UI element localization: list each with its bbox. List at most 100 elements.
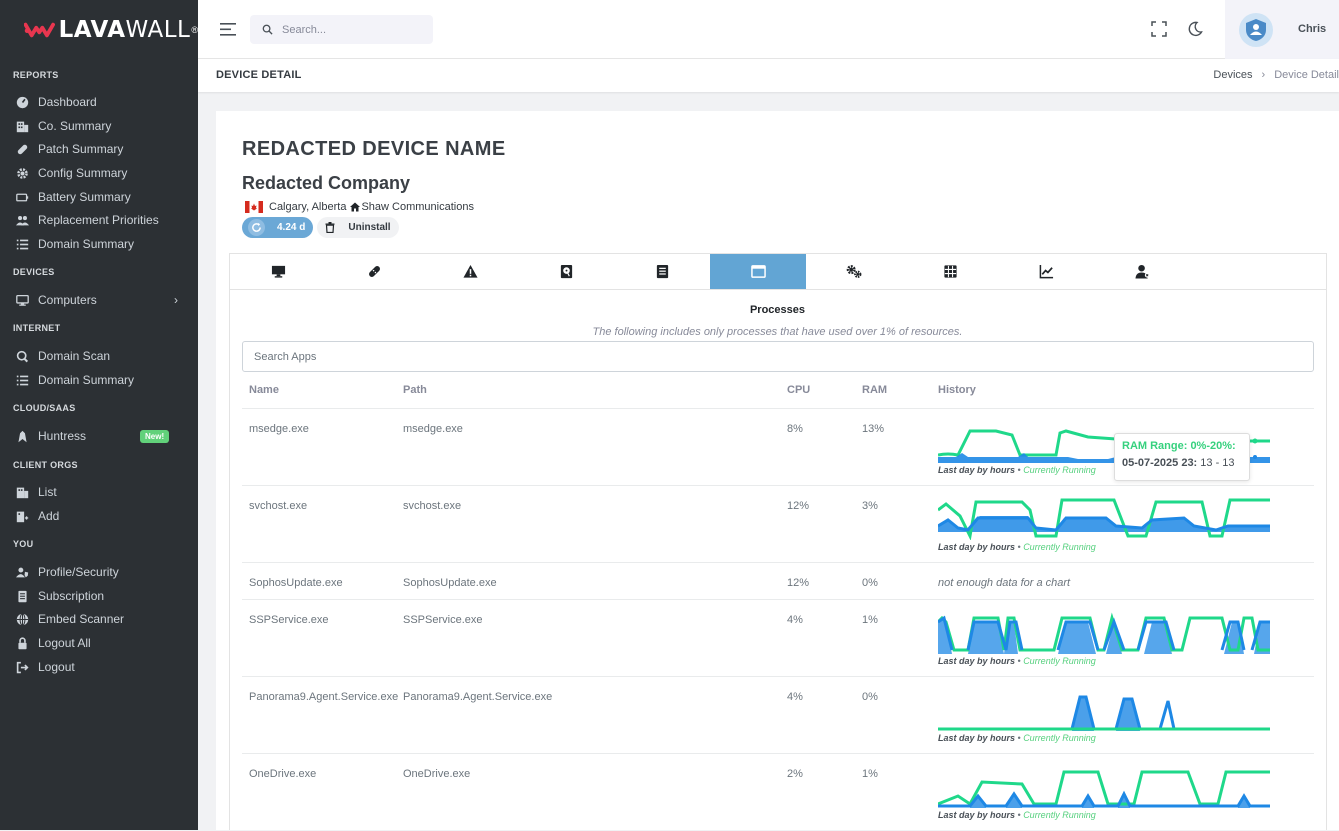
users-icon [16, 215, 29, 225]
nav-add[interactable]: Add [16, 506, 186, 526]
page-title: DEVICE DETAIL [216, 69, 302, 81]
sidebar: LAVAWALL ® REPORTS Dashboard Co. Summary … [0, 0, 198, 830]
table-row[interactable]: SSPService.exe SSPService.exe 4% 1% Last… [242, 600, 1314, 677]
table-row[interactable]: svchost.exe svchost.exe 12% 3% Last day … [242, 486, 1314, 563]
location-text: Calgary, Alberta [269, 201, 347, 213]
device-location: Calgary, Alberta Shaw Communications [245, 201, 474, 213]
tab-alerts[interactable] [422, 254, 518, 289]
hamburger-menu-icon[interactable] [220, 23, 236, 36]
bandage-icon [368, 266, 380, 277]
tab-services[interactable] [806, 254, 902, 289]
nav-label: List [38, 485, 57, 499]
nav-internet-domain-summary[interactable]: Domain Summary [16, 370, 186, 390]
user-menu[interactable]: Chris [1225, 0, 1339, 59]
table-row[interactable]: OneDrive.exe OneDrive.exe 2% 1% Last day… [242, 754, 1314, 831]
registered-mark: ® [191, 25, 198, 35]
tab-hardware[interactable] [230, 254, 326, 289]
battery-icon [16, 193, 29, 201]
nav-co-summary[interactable]: Co. Summary [16, 116, 186, 136]
process-name: msedge.exe [249, 423, 309, 435]
nav-label: Profile/Security [38, 565, 119, 579]
dark-mode-moon-icon[interactable] [1187, 21, 1203, 37]
process-name: Panorama9.Agent.Service.exe [249, 691, 399, 703]
tab-grid[interactable] [902, 254, 998, 289]
search-apps-input[interactable] [242, 341, 1314, 372]
window-icon [750, 265, 766, 278]
search-input[interactable] [282, 23, 422, 36]
no-chart-data-message: not enough data for a chart [938, 577, 1071, 589]
global-search[interactable] [250, 15, 433, 44]
device-name: REDACTED DEVICE NAME [242, 138, 506, 160]
table-row[interactable]: Panorama9.Agent.Service.exe Panorama9.Ag… [242, 677, 1314, 754]
history-cell[interactable]: Last day by hours • Currently Running [938, 677, 1278, 753]
process-cpu: 4% [787, 614, 803, 626]
history-sparkline[interactable] [938, 496, 1270, 540]
globe-icon [16, 612, 29, 626]
nav-embed-scanner[interactable]: Embed Scanner [16, 609, 186, 629]
nav-battery-summary[interactable]: Battery Summary [16, 187, 186, 207]
history-cell[interactable]: Last day by hours • Currently Running [938, 486, 1278, 562]
process-cpu: 4% [787, 691, 803, 703]
history-caption: Last day by hours • Currently Running [938, 542, 1096, 552]
column-header-name[interactable]: Name [249, 384, 279, 396]
nav-subscription[interactable]: Subscription [16, 586, 186, 606]
isp-text: Shaw Communications [361, 201, 474, 213]
nav-list[interactable]: List [16, 482, 186, 502]
page-header: DEVICE DETAIL Devices › Device Detail [198, 59, 1339, 92]
device-actions: 4.24 d Uninstall [242, 217, 399, 238]
nav-dashboard[interactable]: Dashboard [16, 92, 186, 112]
nav-huntress[interactable]: Huntress New! [16, 426, 186, 446]
history-caption: Last day by hours • Currently Running [938, 656, 1096, 666]
nav-replacement-priorities[interactable]: Replacement Priorities [16, 210, 186, 230]
tab-processes[interactable] [710, 254, 806, 289]
process-path: Panorama9.Agent.Service.exe [403, 691, 553, 703]
device-tabs [229, 253, 1327, 290]
bandage-icon [17, 144, 28, 154]
uninstall-button[interactable]: Uninstall [317, 217, 399, 238]
column-header-ram[interactable]: RAM [862, 384, 887, 396]
new-badge: New! [140, 429, 170, 443]
search-globe-icon [16, 350, 29, 362]
nav-config-summary[interactable]: Config Summary [16, 163, 186, 183]
nav-logout-all[interactable]: Logout All [16, 633, 186, 653]
history-cell[interactable]: Last day by hours • Currently Running [938, 754, 1278, 830]
fullscreen-icon[interactable] [1151, 21, 1167, 37]
breadcrumb-separator-icon: › [1261, 69, 1266, 81]
history-sparkline[interactable] [938, 764, 1270, 808]
tab-software[interactable] [614, 254, 710, 289]
breadcrumb-devices[interactable]: Devices [1213, 69, 1252, 81]
tooltip-title: RAM Range: 0%-20%: [1122, 440, 1236, 452]
nav-logout[interactable]: Logout [16, 657, 186, 677]
history-cell[interactable]: Last day by hours • Currently Running [938, 600, 1278, 676]
logout-icon [16, 661, 29, 673]
nav-patch-summary[interactable]: Patch Summary [16, 139, 186, 159]
history-sparkline[interactable] [938, 610, 1270, 654]
tab-users[interactable] [1094, 254, 1190, 289]
tab-patches[interactable] [326, 254, 422, 289]
column-header-path[interactable]: Path [403, 384, 427, 396]
process-path: OneDrive.exe [403, 768, 471, 780]
brand-logo[interactable]: LAVAWALL ® [0, 0, 198, 60]
nav-profile-security[interactable]: Profile/Security [16, 562, 186, 582]
nav-label: Config Summary [38, 166, 128, 180]
process-cpu: 12% [787, 577, 810, 589]
tooltip-value: 05-07-2025 23: 13 - 13 [1122, 457, 1235, 469]
tab-performance[interactable] [998, 254, 1094, 289]
nav-domain-summary[interactable]: Domain Summary [16, 234, 186, 254]
user-shield-avatar-icon [1246, 19, 1266, 41]
column-header-cpu[interactable]: CPU [787, 384, 810, 396]
uninstall-label: Uninstall [348, 222, 391, 233]
nav-domain-scan[interactable]: Domain Scan [16, 346, 186, 366]
section-client-orgs: CLIENT ORGS [13, 460, 78, 470]
user-name: Chris [1298, 23, 1327, 35]
avatar [1239, 13, 1273, 47]
history-caption: Last day by hours • Currently Running [938, 465, 1096, 475]
history-sparkline[interactable] [938, 687, 1270, 731]
table-row[interactable]: SophosUpdate.exe SophosUpdate.exe 12% 0%… [242, 563, 1314, 600]
chevron-right-icon: › [174, 293, 178, 307]
nav-computers[interactable]: Computers › [16, 290, 186, 310]
nav-label: Domain Scan [38, 349, 111, 363]
tab-storage[interactable] [518, 254, 614, 289]
huntress-icon [18, 430, 27, 442]
breadcrumb-device-detail: Device Detail [1274, 69, 1339, 81]
